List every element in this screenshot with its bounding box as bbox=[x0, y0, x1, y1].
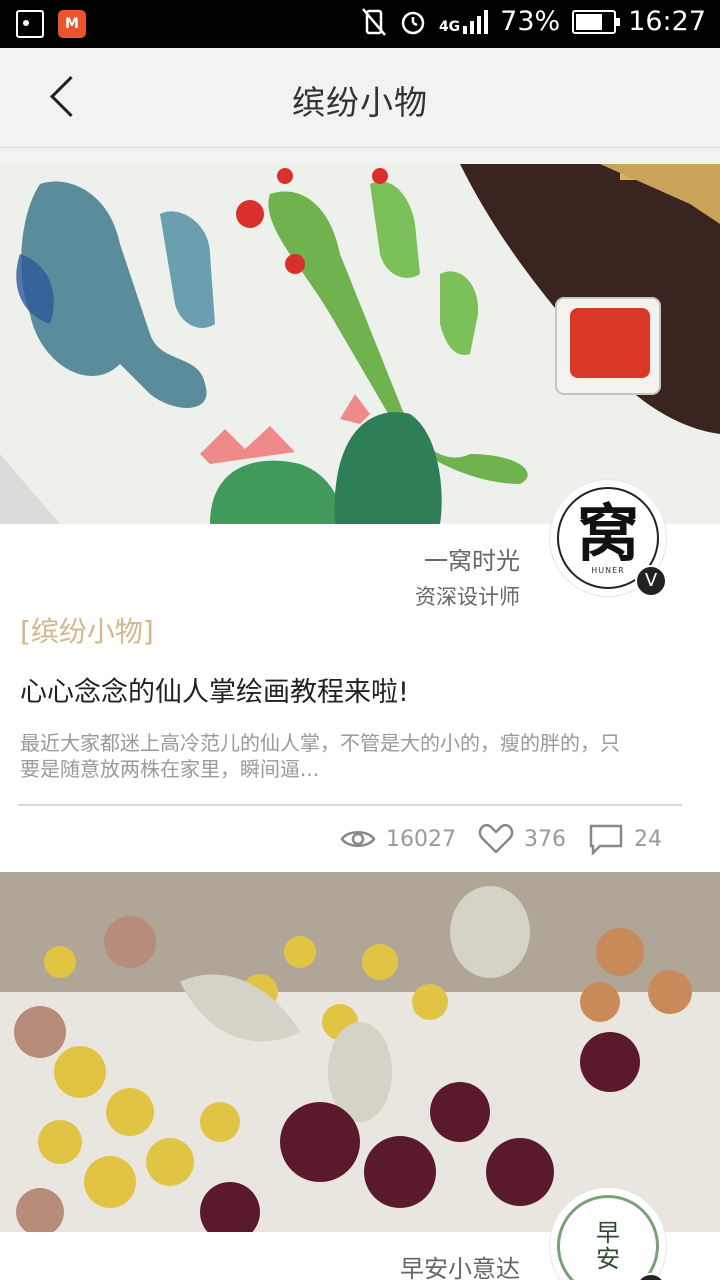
views-count: 16027 bbox=[386, 826, 456, 852]
mgtv-icon: M bbox=[58, 10, 86, 38]
author-info[interactable]: 早安小意达 bbox=[400, 1254, 520, 1280]
comments-count: 24 bbox=[634, 826, 662, 852]
avatar-logo-glyph: 窝 bbox=[576, 496, 639, 570]
battery-icon bbox=[572, 9, 621, 34]
eye-icon bbox=[340, 831, 376, 847]
avatar-logo-glyph: 早 安 bbox=[596, 1220, 620, 1272]
article-cover-image[interactable] bbox=[0, 164, 720, 524]
avatar-brand-label: HUNER bbox=[591, 565, 625, 575]
dried-flowers-image bbox=[0, 872, 720, 1232]
avatar-glyph-text: 早 安 bbox=[596, 1219, 620, 1273]
verified-badge: V bbox=[635, 565, 667, 597]
author-name: 一窝时光 bbox=[424, 547, 520, 575]
status-bar: M 4G 73% 16:27 bbox=[0, 0, 720, 48]
author-role: 资深设计师 bbox=[415, 585, 520, 609]
article-card[interactable]: 早 安 V 早安小意达 bbox=[0, 872, 720, 1280]
views-stat: 16027 bbox=[340, 827, 456, 852]
article-cover-image[interactable] bbox=[0, 872, 720, 1232]
article-excerpt: 最近大家都迷上高冷范儿的仙人掌，不管是大的小的，瘦的胖的，只要是随意放两株在家里… bbox=[20, 731, 620, 781]
article-card[interactable]: 窝 HUNER V 一窝时光 资深设计师 [缤纷小物] 心心念念的仙人掌绘画教程… bbox=[0, 164, 720, 872]
vibrate-icon bbox=[361, 7, 386, 36]
page-title: 缤纷小物 bbox=[292, 83, 428, 122]
author-info[interactable]: 一窝时光 资深设计师 bbox=[415, 546, 520, 612]
app-header: 缤纷小物 bbox=[0, 48, 720, 148]
clock: 16:27 bbox=[628, 6, 706, 37]
author-name: 早安小意达 bbox=[400, 1255, 520, 1280]
alarm-icon bbox=[401, 11, 425, 34]
author-avatar[interactable]: 窝 HUNER V bbox=[550, 480, 667, 597]
network-type-label: 4G bbox=[438, 18, 461, 35]
article-feed: 窝 HUNER V 一窝时光 资深设计师 [缤纷小物] 心心念念的仙人掌绘画教程… bbox=[0, 164, 720, 1280]
gallery-icon bbox=[16, 10, 44, 38]
signal-icon bbox=[463, 9, 489, 34]
comment-icon bbox=[589, 824, 623, 855]
cactus-painting-image bbox=[0, 164, 720, 524]
article-category[interactable]: [缤纷小物] bbox=[20, 614, 682, 650]
article-stats: 16027 376 24 bbox=[0, 806, 720, 872]
heart-icon bbox=[478, 823, 514, 854]
comment-button[interactable]: 24 bbox=[588, 823, 662, 855]
battery-percent: 73% bbox=[500, 6, 561, 37]
article-title[interactable]: 心心念念的仙人掌绘画教程来啦! bbox=[20, 676, 682, 710]
like-button[interactable]: 376 bbox=[478, 823, 566, 855]
likes-count: 376 bbox=[524, 826, 566, 852]
